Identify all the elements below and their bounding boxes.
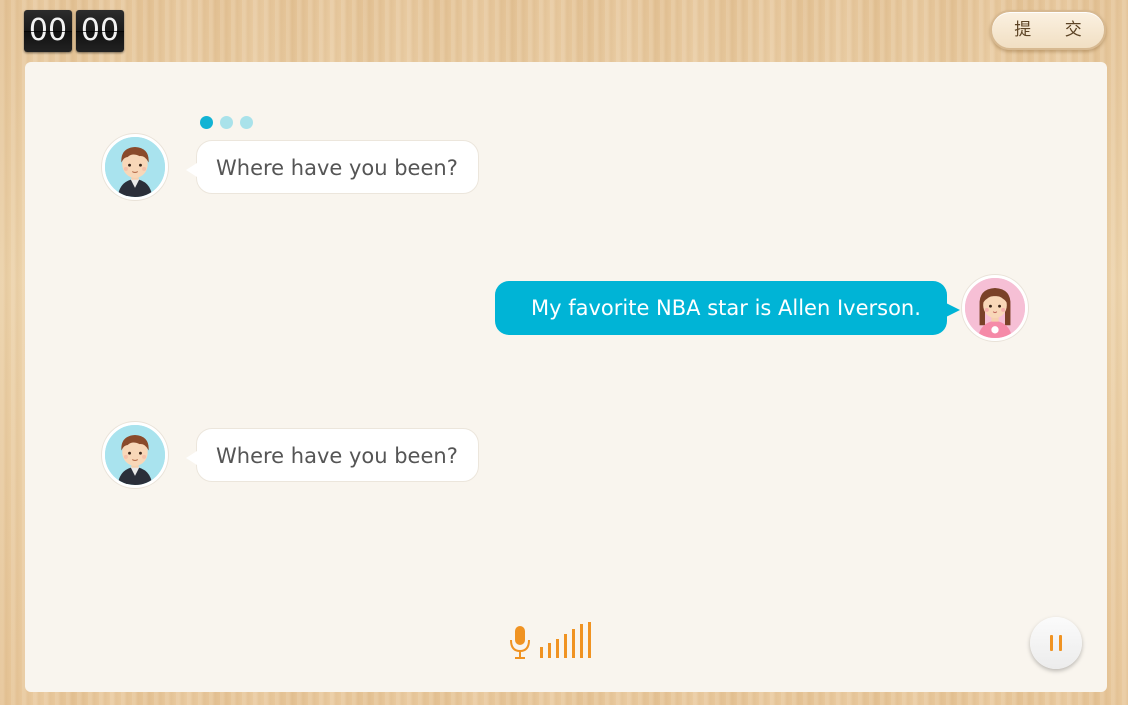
voice-recorder[interactable] xyxy=(510,620,596,662)
progress-dot xyxy=(200,116,213,129)
progress-dots xyxy=(200,116,253,129)
boy-avatar-icon xyxy=(105,137,165,197)
conversation-panel xyxy=(25,62,1107,692)
boy-avatar-icon xyxy=(105,425,165,485)
timer-minutes: 00 xyxy=(24,10,72,52)
message-bubble-1: Where have you been? xyxy=(186,140,479,194)
message-bubble-3: Where have you been? xyxy=(186,428,479,482)
boy-avatar xyxy=(102,422,168,488)
girl-avatar xyxy=(962,275,1028,341)
progress-dot xyxy=(240,116,253,129)
boy-avatar xyxy=(102,134,168,200)
message-bubble-2: My favorite NBA star is Allen Iverson. xyxy=(495,281,960,335)
volume-level-icon xyxy=(540,622,591,658)
microphone-icon xyxy=(510,622,591,659)
countdown-timer: 00 00 xyxy=(24,10,124,52)
progress-dot xyxy=(220,116,233,129)
girl-avatar-icon xyxy=(965,278,1025,338)
pause-button[interactable] xyxy=(1030,617,1082,669)
submit-button[interactable]: 提 交 xyxy=(990,10,1106,50)
pause-icon xyxy=(1050,635,1053,651)
timer-seconds: 00 xyxy=(76,10,124,52)
